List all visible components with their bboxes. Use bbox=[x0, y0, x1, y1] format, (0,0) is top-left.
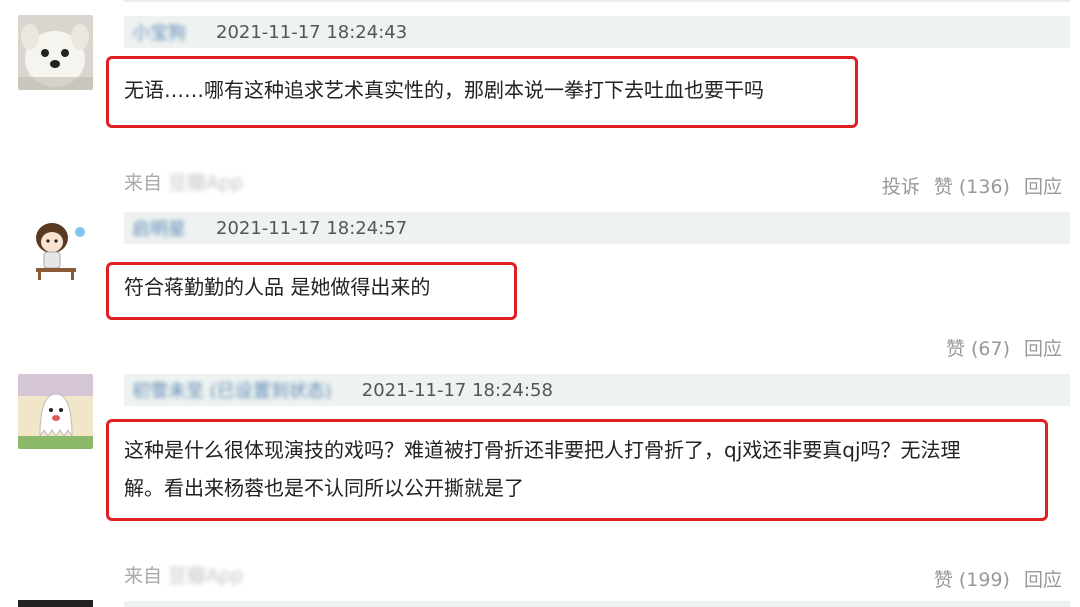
comment-source: 来自 豆瓣App bbox=[124, 168, 243, 195]
comment-line: 符合蒋勤勤的人品 是她做得出来的 bbox=[124, 275, 431, 299]
comment-actions: 赞 (67) 回应 bbox=[946, 334, 1062, 361]
next-avatar-partial bbox=[18, 600, 93, 607]
comment-text: 这种是什么很体现演技的戏吗？难道被打骨折还非要把人打骨折了，qj戏还非要真qj吗… bbox=[124, 431, 961, 507]
reply-button[interactable]: 回应 bbox=[1024, 334, 1062, 361]
comment-source: 来自 豆瓣App bbox=[124, 561, 243, 588]
like-button[interactable]: 赞 (67) bbox=[946, 334, 1010, 361]
comment-meta: 小宝狗 2021-11-17 18:24:43 bbox=[124, 16, 1070, 48]
comment-line: 解。看出来杨蓉也是不认同所以公开撕就是了 bbox=[124, 476, 524, 500]
next-meta-partial bbox=[124, 601, 1070, 607]
cartoon-kid-avatar-icon[interactable] bbox=[18, 210, 93, 285]
ghost-avatar-icon[interactable] bbox=[18, 374, 93, 449]
reply-button[interactable]: 回应 bbox=[1024, 172, 1062, 199]
comment-text: 无语……哪有这种追求艺术真实性的，那剧本说一拳打下去吐血也要干吗 bbox=[124, 71, 764, 109]
report-button[interactable]: 投诉 bbox=[882, 172, 920, 199]
comment-actions: 投诉 赞 (136) 回应 bbox=[882, 172, 1062, 199]
comment-line: 无语……哪有这种追求艺术真实性的，那剧本说一拳打下去吐血也要干吗 bbox=[124, 78, 764, 102]
source-app: 豆瓣App bbox=[168, 565, 244, 587]
dog-avatar-icon[interactable] bbox=[18, 15, 93, 90]
username-link[interactable]: 启明星 bbox=[132, 215, 186, 241]
like-button[interactable]: 赞 (199) bbox=[934, 565, 1010, 592]
source-app: 豆瓣App bbox=[168, 172, 244, 194]
username-link[interactable]: 小宝狗 bbox=[132, 19, 186, 45]
comment-line: 这种是什么很体现演技的戏吗？难道被打骨折还非要把人打骨折了，qj戏还非要真qj吗… bbox=[124, 438, 961, 462]
source-label: 来自 bbox=[124, 565, 163, 587]
username-link[interactable]: 初雪未至 (已设置到状态) bbox=[132, 377, 332, 403]
like-button[interactable]: 赞 (136) bbox=[934, 172, 1010, 199]
top-divider bbox=[124, 0, 1070, 2]
comment-actions: 赞 (199) 回应 bbox=[934, 565, 1062, 592]
source-label: 来自 bbox=[124, 172, 163, 194]
reply-button[interactable]: 回应 bbox=[1024, 565, 1062, 592]
comment-text: 符合蒋勤勤的人品 是她做得出来的 bbox=[124, 268, 430, 306]
comment-time: 2021-11-17 18:24:57 bbox=[216, 217, 408, 239]
comment-meta: 启明星 2021-11-17 18:24:57 bbox=[124, 212, 1070, 244]
comment-meta: 初雪未至 (已设置到状态) 2021-11-17 18:24:58 bbox=[124, 374, 1070, 406]
comment-time: 2021-11-17 18:24:43 bbox=[216, 21, 408, 43]
comment-time: 2021-11-17 18:24:58 bbox=[361, 379, 553, 401]
